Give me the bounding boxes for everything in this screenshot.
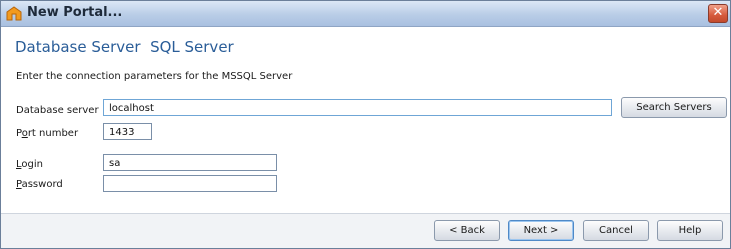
login-label: Login	[16, 159, 43, 170]
cancel-button[interactable]: Cancel	[583, 220, 649, 241]
password-label-rest: assword	[21, 179, 63, 190]
database-server-label: Database server	[16, 105, 99, 116]
port-number-label: Port number	[16, 128, 78, 139]
port-number-input[interactable]: 1433	[103, 123, 152, 140]
section-title: Database Server SQL Server	[15, 38, 234, 56]
help-button[interactable]: Help	[657, 220, 723, 241]
next-button[interactable]: Next >	[508, 220, 574, 241]
wizard-footer: < Back Next > Cancel Help	[1, 213, 730, 248]
wizard-header: Database Server SQL Server Enter the con…	[1, 27, 730, 91]
close-button[interactable]: ✕	[708, 4, 728, 23]
new-portal-dialog: New Portal... ✕ Database Server SQL Serv…	[0, 0, 731, 249]
title-bar[interactable]: New Portal... ✕	[1, 1, 730, 27]
password-input[interactable]	[103, 175, 277, 192]
portal-app-icon	[6, 6, 22, 21]
database-server-input[interactable]: localhost	[103, 99, 612, 116]
back-button[interactable]: < Back	[434, 220, 500, 241]
connection-form: Database server localhost Search Servers…	[1, 91, 730, 209]
search-servers-button[interactable]: Search Servers	[621, 97, 727, 118]
close-icon: ✕	[712, 5, 724, 20]
password-label: Password	[16, 179, 63, 190]
window-title: New Portal...	[27, 5, 123, 20]
section-description: Enter the connection parameters for the …	[16, 71, 293, 82]
port-label-rest: rt number	[27, 128, 79, 139]
login-label-rest: ogin	[21, 159, 43, 170]
login-input[interactable]: sa	[103, 154, 277, 171]
